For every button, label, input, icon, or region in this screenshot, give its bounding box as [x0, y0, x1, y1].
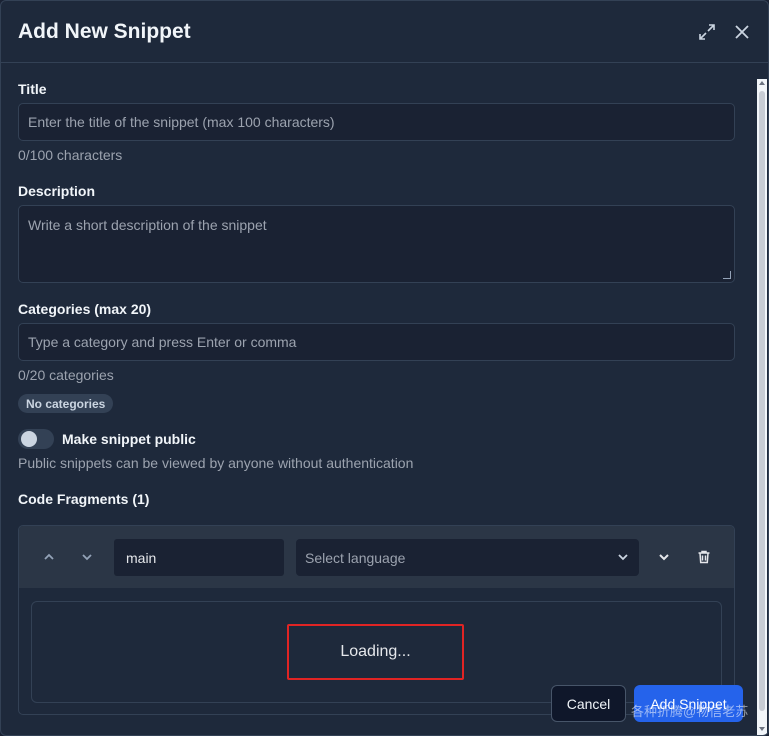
fragment-name-input[interactable]: main: [114, 539, 284, 576]
chevron-down-icon: [616, 550, 630, 567]
title-input-placeholder: Enter the title of the snippet (max 100 …: [28, 114, 335, 130]
delete-fragment-icon[interactable]: [692, 545, 716, 569]
editor-loading-status: Loading...: [287, 624, 464, 680]
collapse-fragment-icon[interactable]: [652, 545, 676, 569]
modal-title: Add New Snippet: [18, 20, 191, 43]
title-input[interactable]: Enter the title of the snippet (max 100 …: [18, 103, 735, 141]
language-select-placeholder: Select language: [305, 549, 406, 566]
code-fragment: main Select language Loading...: [18, 525, 735, 715]
scroll-down-icon[interactable]: [759, 727, 765, 731]
close-icon[interactable]: [730, 20, 754, 44]
no-categories-chip: No categories: [18, 394, 114, 413]
scroll-up-icon[interactable]: [759, 81, 765, 85]
toggle-knob: [21, 431, 37, 447]
categories-counter: 0/20 categories: [18, 367, 114, 383]
move-down-icon[interactable]: [75, 545, 99, 569]
add-snippet-modal: Add New Snippet Title Enter the title of…: [0, 0, 769, 736]
categories-label: Categories (max 20): [18, 301, 152, 317]
public-toggle-label: Make snippet public: [62, 431, 196, 447]
language-select[interactable]: Select language: [296, 539, 639, 576]
watermark-text: 各种折腾@物信老苏: [631, 704, 749, 719]
description-textarea[interactable]: Write a short description of the snippet: [18, 205, 735, 283]
move-up-icon[interactable]: [37, 545, 61, 569]
fragment-toolbar: main Select language: [19, 526, 734, 588]
categories-input-placeholder: Type a category and press Enter or comma: [28, 334, 297, 350]
expand-icon[interactable]: [695, 20, 719, 44]
public-hint: Public snippets can be viewed by anyone …: [18, 455, 414, 471]
modal-header: Add New Snippet: [1, 1, 768, 63]
code-fragments-label: Code Fragments (1): [18, 491, 150, 507]
categories-input[interactable]: Type a category and press Enter or comma: [18, 323, 735, 361]
title-char-counter: 0/100 characters: [18, 147, 123, 163]
fragment-name-value: main: [126, 549, 157, 566]
description-placeholder: Write a short description of the snippet: [28, 217, 267, 233]
resize-handle-icon[interactable]: [723, 271, 731, 279]
title-label: Title: [18, 81, 47, 97]
public-toggle[interactable]: [18, 429, 54, 449]
scrollbar[interactable]: [757, 79, 767, 735]
description-label: Description: [18, 183, 96, 199]
cancel-button[interactable]: Cancel: [551, 685, 626, 722]
scrollbar-thumb[interactable]: [759, 91, 765, 711]
